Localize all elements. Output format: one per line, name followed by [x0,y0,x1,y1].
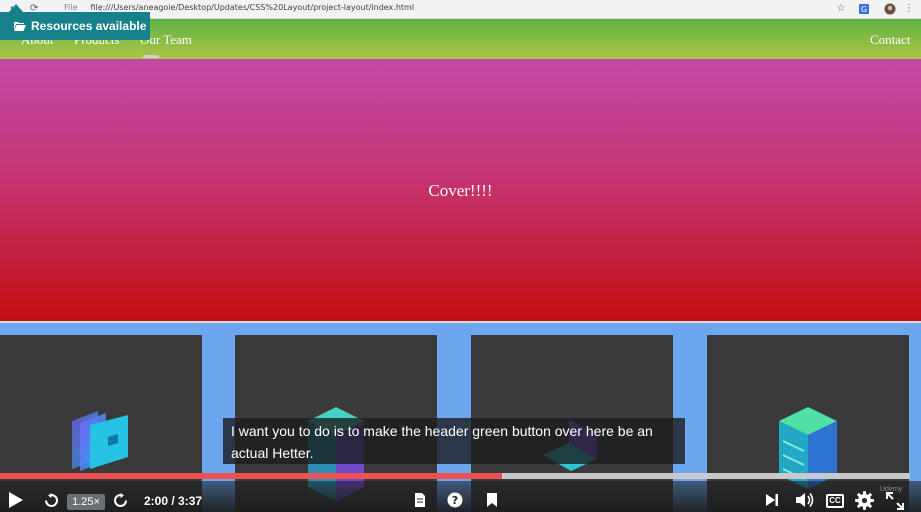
folders-icon [72,411,128,471]
time-display: 2:00 / 3:37 [144,494,203,508]
forward-icon[interactable] [113,493,128,508]
url-scheme: File [64,3,78,12]
next-icon[interactable] [766,494,778,506]
menu-icon[interactable]: ⋮ [903,3,915,15]
transcript-icon[interactable] [414,493,426,507]
nav-link-contact[interactable]: Contact [870,32,910,48]
progress-fill [0,473,503,479]
settings-icon[interactable] [855,491,874,510]
volume-icon[interactable] [796,492,815,508]
url-text: file:///Users/aneagoie/Desktop/Updates/C… [90,3,415,12]
progress-bar[interactable] [0,473,910,479]
bookmark-star-icon[interactable]: ☆ [835,3,847,15]
help-icon[interactable]: ? [447,492,463,508]
play-icon[interactable] [8,491,24,509]
svg-text:G: G [861,5,867,14]
rewind-icon[interactable] [44,493,59,508]
address-bar[interactable]: File file:///Users/aneagoie/Desktop/Upda… [64,3,414,12]
player-controls: 1.25× 2:00 / 3:37 ? CC Udemy [0,481,921,512]
profile-icon[interactable] [884,3,896,15]
nav-hover-indicator [143,55,159,58]
badge-pointer [9,4,23,12]
resources-label: Resources available [31,19,147,33]
subtitle-caption: I want you to do is to make the header g… [223,418,685,464]
folder-open-icon [14,22,26,31]
svg-text:?: ? [452,494,458,507]
playback-speed-button[interactable]: 1.25× [67,494,105,510]
resources-available-button[interactable]: Resources available [0,4,150,40]
fullscreen-icon[interactable] [886,492,904,510]
extension-icon[interactable]: G [858,3,870,15]
captions-button[interactable]: CC [826,494,844,508]
cover-title: Cover!!!! [428,181,493,200]
cover-section: Cover!!!! [0,59,921,323]
bookmark-icon[interactable] [487,493,497,507]
